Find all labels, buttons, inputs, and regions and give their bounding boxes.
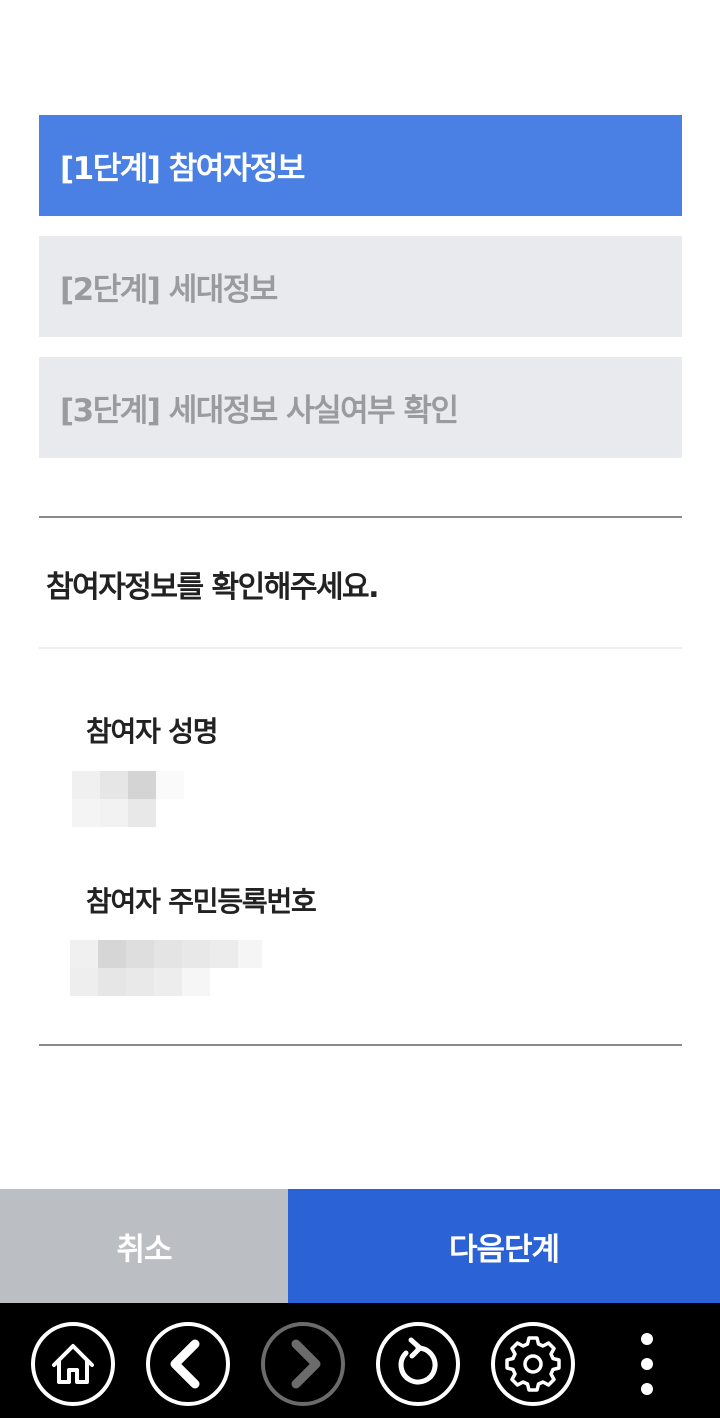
step-2-tab[interactable]: [2단계] 세대정보 <box>39 236 682 337</box>
next-step-button[interactable]: 다음단계 <box>288 1189 720 1303</box>
cancel-button-label: 취소 <box>116 1231 172 1268</box>
section-bottom-divider <box>39 1044 682 1046</box>
more-vertical-icon[interactable] <box>632 1329 662 1399</box>
participant-name-label: 참여자 성명 <box>86 715 219 748</box>
step-2-label: [2단계] 세대정보 <box>60 272 278 308</box>
refresh-icon[interactable] <box>375 1321 461 1407</box>
heading-divider <box>39 647 682 649</box>
back-icon[interactable] <box>145 1321 231 1407</box>
step-1-tab[interactable]: [1단계] 참여자정보 <box>39 115 682 216</box>
next-step-button-label: 다음단계 <box>448 1231 560 1268</box>
cancel-button[interactable]: 취소 <box>0 1189 288 1303</box>
section-top-divider <box>39 516 682 518</box>
participant-rrn-redacted-value <box>70 940 262 996</box>
forward-icon[interactable] <box>260 1321 346 1407</box>
section-heading: 참여자정보를 확인해주세요. <box>46 570 380 605</box>
step-3-tab[interactable]: [3단계] 세대정보 사실여부 확인 <box>39 357 682 458</box>
bottom-navigation-bar <box>0 1303 720 1418</box>
screen: [1단계] 참여자정보 [2단계] 세대정보 [3단계] 세대정보 사실여부 확… <box>0 0 720 1418</box>
participant-rrn-label: 참여자 주민등록번호 <box>86 885 317 918</box>
step-3-label: [3단계] 세대정보 사실여부 확인 <box>60 393 459 429</box>
participant-name-redacted-value <box>72 771 184 827</box>
step-1-label: [1단계] 참여자정보 <box>60 151 305 187</box>
home-icon[interactable] <box>30 1321 116 1407</box>
gear-icon[interactable] <box>490 1321 576 1407</box>
